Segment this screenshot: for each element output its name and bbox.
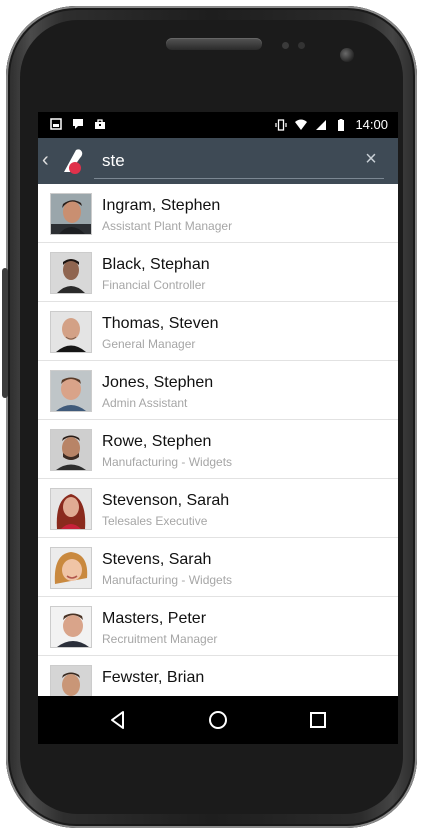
search-input[interactable] (102, 150, 352, 172)
status-time: 14:00 (355, 117, 388, 132)
app-logo-icon[interactable] (56, 146, 86, 176)
screen: 14:00 ‹ × Ingram, Stephen Assistant Plan… (38, 112, 398, 744)
search-app-bar: ‹ × (38, 138, 398, 184)
avatar (50, 193, 92, 235)
avatar (50, 311, 92, 353)
list-item[interactable]: Ingram, Stephen Assistant Plant Manager (38, 184, 398, 243)
picture-notification-icon (50, 118, 62, 130)
contact-role: Telesales Executive (102, 514, 208, 528)
contact-role: Recruitment Manager (102, 632, 218, 646)
list-item[interactable]: Masters, Peter Recruitment Manager (38, 597, 398, 656)
contact-role: Manufacturing - Widgets (102, 573, 233, 587)
wifi-icon (295, 119, 308, 130)
contact-role: Manufacturing - Widgets (102, 455, 233, 469)
home-circle-icon[interactable] (206, 708, 230, 732)
contact-name: Rowe, Stephen (102, 433, 212, 450)
bag-notification-icon (95, 119, 105, 129)
contact-role: Assistant Plant Manager (102, 219, 233, 233)
list-item[interactable]: Stevens, Sarah Manufacturing - Widgets (38, 538, 398, 597)
avatar (50, 429, 92, 471)
contact-name: Stevens, Sarah (102, 551, 212, 568)
contact-name: Thomas, Steven (102, 315, 219, 332)
vibrate-icon (275, 118, 288, 131)
list-item[interactable]: Thomas, Steven General Manager (38, 302, 398, 361)
search-underline (94, 178, 384, 179)
contact-role: Financial Controller (102, 278, 206, 292)
list-item[interactable]: Rowe, Stephen Manufacturing - Widgets (38, 420, 398, 479)
signal-icon (316, 119, 327, 130)
phone-speaker (166, 38, 262, 50)
contact-name: Jones, Stephen (102, 374, 214, 391)
close-icon[interactable]: × (360, 148, 382, 170)
recents-square-icon[interactable] (306, 708, 330, 732)
contact-role: Admin Assistant (102, 396, 188, 410)
phone-sensor (298, 42, 305, 49)
contact-name: Ingram, Stephen (102, 197, 221, 214)
phone-sensor (282, 42, 289, 49)
battery-icon (338, 118, 345, 131)
back-triangle-icon[interactable] (106, 708, 130, 732)
contact-name: Fewster, Brian (102, 669, 205, 686)
message-notification-icon (73, 119, 83, 129)
contact-name: Stevenson, Sarah (102, 492, 230, 509)
avatar (50, 370, 92, 412)
contact-name: Masters, Peter (102, 610, 207, 627)
phone-side-button (2, 268, 8, 398)
contact-name: Black, Stephan (102, 256, 210, 273)
front-camera (340, 48, 354, 62)
avatar (50, 547, 92, 589)
avatar (50, 252, 92, 294)
avatar (50, 488, 92, 530)
list-item[interactable]: Jones, Stephen Admin Assistant (38, 361, 398, 420)
status-bar: 14:00 (38, 112, 398, 138)
contact-role: General Manager (102, 337, 196, 351)
avatar (50, 606, 92, 648)
back-chevron-icon[interactable]: ‹ (42, 150, 49, 170)
contact-list: Ingram, Stephen Assistant Plant Manager … (38, 184, 398, 715)
list-item[interactable]: Stevenson, Sarah Telesales Executive (38, 479, 398, 538)
navigation-bar (38, 696, 398, 744)
list-item[interactable]: Black, Stephan Financial Controller (38, 243, 398, 302)
